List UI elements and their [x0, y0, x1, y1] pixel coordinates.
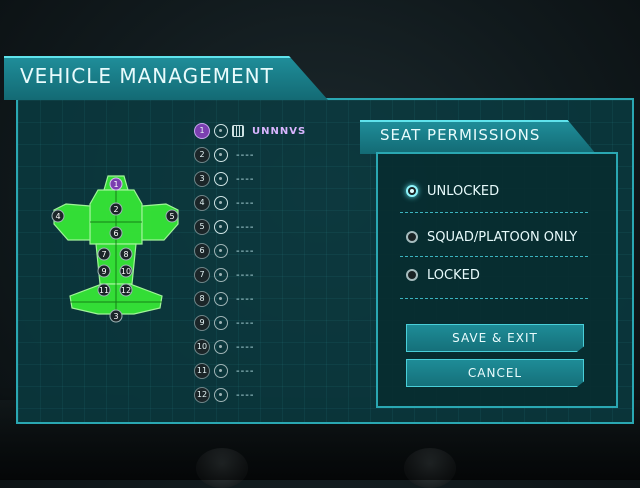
seat-row-7[interactable]: 7 ----: [192, 264, 254, 286]
seat-icon: [214, 244, 228, 258]
svg-text:8: 8: [123, 250, 128, 259]
vehicle-seat-2: 2: [109, 202, 123, 216]
seat-row-8[interactable]: 8 ----: [192, 288, 254, 310]
radio-icon[interactable]: [406, 269, 418, 281]
cancel-button[interactable]: CANCEL: [406, 359, 584, 387]
vehicle-seat-1: 1: [109, 177, 123, 191]
seat-row-11[interactable]: 11 ----: [192, 360, 254, 382]
seat-icon: [214, 172, 228, 186]
seat-number: 7: [194, 267, 210, 283]
seat-occupant: ----: [236, 269, 255, 281]
seat-icon: [214, 196, 228, 210]
seat-icon: [214, 268, 228, 282]
seat-occupant: ----: [236, 173, 255, 185]
radio-icon[interactable]: [406, 231, 418, 243]
svg-text:5: 5: [169, 212, 174, 221]
permission-option-unlocked[interactable]: UNLOCKED: [406, 180, 499, 202]
svg-text:6: 6: [113, 229, 118, 238]
seat-row-5[interactable]: 5 ----: [192, 216, 254, 238]
svg-text:3: 3: [113, 312, 118, 321]
vehicle-seat-9: 9: [97, 264, 111, 278]
svg-text:1: 1: [113, 180, 118, 189]
seat-row-4[interactable]: 4 ----: [192, 192, 254, 214]
vehicle-diagram: 1 2 3 4 5 6 7 8 9 10 11 12: [51, 175, 179, 323]
seat-occupant: ----: [236, 197, 255, 209]
svg-text:2: 2: [113, 205, 118, 214]
seat-row-6[interactable]: 6 ----: [192, 240, 254, 262]
seat-number: 10: [194, 339, 210, 355]
seat-icon: [214, 340, 228, 354]
seat-number: 8: [194, 291, 210, 307]
seat-number: 9: [194, 315, 210, 331]
svg-text:10: 10: [121, 267, 131, 276]
seat-icon: [214, 316, 228, 330]
seat-number: 1: [194, 123, 210, 139]
permission-label: LOCKED: [427, 267, 480, 283]
permission-label: UNLOCKED: [427, 183, 500, 199]
divider: [400, 298, 588, 299]
vehicle-seat-5: 5: [165, 209, 179, 223]
seat-occupant: ----: [236, 389, 255, 401]
seat-number: 11: [194, 363, 210, 379]
page-title: VEHICLE MANAGEMENT: [20, 64, 274, 88]
seat-icon: [214, 364, 228, 378]
seat-icon: [214, 220, 228, 234]
seat-icon: [214, 292, 228, 306]
vehicle-seat-7: 7: [97, 247, 111, 261]
seat-icon: [214, 124, 228, 138]
permission-option-squad-platoon[interactable]: SQUAD/PLATOON ONLY: [406, 226, 577, 248]
svg-text:4: 4: [55, 212, 60, 221]
vehicle-seat-12: 12: [119, 283, 133, 297]
vehicle-seat-4: 4: [51, 209, 65, 223]
svg-text:11: 11: [99, 286, 109, 295]
seat-occupant: ----: [236, 293, 255, 305]
seat-occupant: ----: [236, 365, 255, 377]
divider: [400, 212, 588, 213]
seat-row-1[interactable]: 1 UNNNVS: [192, 120, 306, 142]
vehicle-seat-icon: [232, 125, 244, 137]
vehicle-seat-6: 6: [109, 226, 123, 240]
permission-option-locked[interactable]: LOCKED: [406, 264, 480, 286]
seat-occupant: ----: [236, 317, 255, 329]
seat-number: 5: [194, 219, 210, 235]
seat-occupant: ----: [236, 221, 255, 233]
seat-row-12[interactable]: 12 ----: [192, 384, 254, 406]
seat-occupant: ----: [236, 245, 255, 257]
seat-row-9[interactable]: 9 ----: [192, 312, 254, 334]
seat-row-2[interactable]: 2 ----: [192, 144, 254, 166]
seat-number: 2: [194, 147, 210, 163]
vehicle-seat-3: 3: [109, 309, 123, 323]
seat-row-3[interactable]: 3 ----: [192, 168, 254, 190]
seat-number: 12: [194, 387, 210, 403]
radio-selected-icon[interactable]: [406, 185, 418, 197]
divider: [400, 256, 588, 257]
seat-occupant: UNNNVS: [252, 125, 307, 137]
seat-icon: [214, 148, 228, 162]
svg-text:12: 12: [121, 286, 131, 295]
seat-occupant: ----: [236, 341, 255, 353]
vehicle-seat-11: 11: [97, 283, 111, 297]
seat-icon: [214, 388, 228, 402]
vehicle-seat-8: 8: [119, 247, 133, 261]
permission-label: SQUAD/PLATOON ONLY: [427, 229, 578, 245]
seat-number: 6: [194, 243, 210, 259]
seat-row-10[interactable]: 10 ----: [192, 336, 254, 358]
seat-number: 4: [194, 195, 210, 211]
svg-text:7: 7: [101, 250, 106, 259]
save-exit-button[interactable]: SAVE & EXIT: [406, 324, 584, 352]
permissions-title: SEAT PERMISSIONS: [380, 126, 541, 144]
vehicle-seat-10: 10: [119, 264, 133, 278]
seat-number: 3: [194, 171, 210, 187]
svg-text:9: 9: [101, 267, 106, 276]
seat-occupant: ----: [236, 149, 255, 161]
